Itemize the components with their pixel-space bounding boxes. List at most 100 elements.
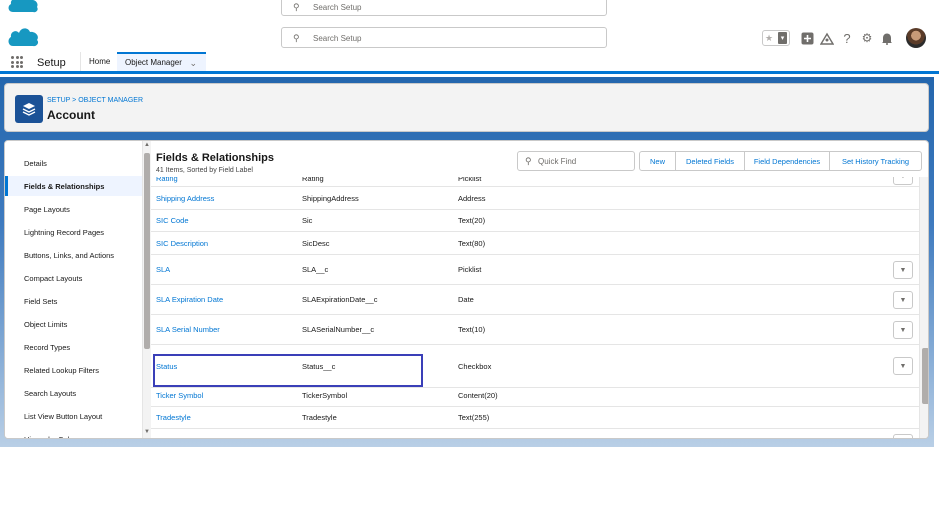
field-label-link[interactable]: SLA Serial Number (156, 315, 220, 344)
scroll-up-icon[interactable]: ▲ (144, 142, 150, 148)
status-row-highlight (153, 354, 423, 387)
header-utility-icons: ★ ▾ ? ⚙ (762, 28, 926, 48)
sidebar-item-object-limits[interactable]: Object Limits (5, 314, 142, 334)
table-row[interactable]: SLA Expiration Date SLAExpirationDate__c… (151, 285, 919, 315)
table-row[interactable]: SLA SLA__c Picklist ▼ (151, 255, 919, 285)
sidebar-item-lightning-record-pages[interactable]: Lightning Record Pages (5, 222, 142, 242)
table-row[interactable]: Rating Rating Picklist ▼ (151, 177, 919, 187)
app-name: Setup (37, 57, 66, 69)
sidebar-item-related-lookup-filters[interactable]: Related Lookup Filters (5, 360, 142, 380)
trailhead-icon[interactable] (818, 29, 836, 47)
sidebar-item-compact-layouts[interactable]: Compact Layouts (5, 268, 142, 288)
new-button[interactable]: New (639, 151, 676, 171)
deleted-fields-button[interactable]: Deleted Fields (675, 151, 745, 171)
field-data-type: Picklist (458, 265, 482, 274)
table-row[interactable]: ▼ (151, 429, 919, 438)
main-card: Details Fields & Relationships Page Layo… (4, 140, 929, 439)
breadcrumb[interactable]: SETUP > OBJECT MANAGER (47, 97, 143, 104)
field-label-link[interactable]: Rating (156, 177, 178, 186)
chevron-down-icon[interactable]: ▾ (778, 32, 787, 44)
section-subtitle: 41 Items, Sorted by Field Label (156, 167, 253, 174)
star-icon: ★ (765, 32, 774, 43)
global-header: ⚲ Search Setup ★ ▾ ? ⚙ (0, 22, 939, 52)
fields-table: Rating Rating Picklist ▼ Shipping Addres… (151, 177, 919, 438)
search-icon: ⚲ (293, 2, 300, 12)
field-api-name: Sic (302, 216, 313, 225)
set-history-tracking-button[interactable]: Set History Tracking (829, 151, 922, 171)
field-label-link[interactable]: Ticker Symbol (156, 385, 203, 406)
search-icon: ⚲ (293, 33, 300, 43)
row-actions-button[interactable]: ▼ (893, 291, 913, 309)
field-data-type: Text(255) (458, 413, 490, 422)
field-api-name: Tradestyle (302, 413, 337, 422)
field-label-link[interactable]: SIC Description (156, 232, 208, 254)
tab-home[interactable]: Home (80, 52, 118, 71)
field-api-name: TickerSymbol (302, 391, 348, 400)
sidebar-scrollbar[interactable]: ▲ ▼ (142, 141, 151, 438)
table-scroll-thumb[interactable] (922, 348, 928, 404)
sidebar-item-search-layouts[interactable]: Search Layouts (5, 383, 142, 403)
scroll-down-icon[interactable]: ▼ (144, 429, 150, 435)
sidebar-item-details[interactable]: Details (5, 153, 142, 173)
sidebar-item-page-layouts[interactable]: Page Layouts (5, 199, 142, 219)
sidebar-item-record-types[interactable]: Record Types (5, 337, 142, 357)
sidebar-scroll-thumb[interactable] (144, 153, 150, 349)
field-label-link[interactable]: SLA (156, 255, 170, 284)
table-row[interactable]: Tradestyle Tradestyle Text(255) (151, 407, 919, 429)
fields-content: Fields & Relationships 41 Items, Sorted … (151, 141, 928, 438)
search-setup-input[interactable]: ⚲ Search Setup (281, 27, 607, 48)
row-actions-button[interactable]: ▼ (893, 434, 913, 438)
gear-icon[interactable]: ⚙ (858, 29, 876, 47)
table-row[interactable]: SLA Serial Number SLASerialNumber__c Tex… (151, 315, 919, 345)
tab-object-manager[interactable]: Object Manager ⌄ (117, 52, 206, 71)
field-dependencies-button[interactable]: Field Dependencies (744, 151, 830, 171)
sidebar-item-fields-relationships[interactable]: Fields & Relationships (5, 176, 142, 196)
avatar[interactable] (906, 28, 926, 48)
sidebar-item-field-sets[interactable]: Field Sets (5, 291, 142, 311)
app-launcher-icon[interactable] (11, 56, 23, 68)
ghost-search-field: ⚲ Search Setup (281, 0, 607, 16)
favorites-button[interactable]: ★ ▾ (762, 30, 790, 46)
field-label-link[interactable]: SLA Expiration Date (156, 285, 223, 314)
sidebar-item-buttons-links-actions[interactable]: Buttons, Links, and Actions (5, 245, 142, 265)
row-actions-button[interactable]: ▼ (893, 177, 913, 185)
table-row[interactable]: Shipping Address ShippingAddress Address (151, 187, 919, 210)
field-api-name: SLASerialNumber__c (302, 325, 375, 334)
field-api-name: SLAExpirationDate__c (302, 295, 378, 304)
help-icon[interactable]: ? (838, 29, 856, 47)
row-actions-button[interactable]: ▼ (893, 357, 913, 375)
field-api-name: Rating (302, 177, 324, 183)
field-api-name: SicDesc (302, 238, 330, 248)
row-actions-button[interactable]: ▼ (893, 321, 913, 339)
field-data-type: Text(10) (458, 325, 486, 334)
layers-icon (15, 95, 43, 123)
field-label-link[interactable]: Tradestyle (156, 407, 191, 428)
salesforce-logo-icon (6, 0, 38, 14)
field-label-link[interactable]: Shipping Address (156, 187, 214, 209)
page-header: SETUP > OBJECT MANAGER Account (4, 83, 929, 132)
field-data-type: Date (458, 295, 474, 304)
sidebar: Details Fields & Relationships Page Layo… (5, 141, 142, 439)
table-row[interactable]: SIC Description SicDesc Text(80) (151, 232, 919, 255)
plus-icon[interactable] (798, 29, 816, 47)
table-scrollbar[interactable] (919, 177, 928, 438)
field-api-name: SLA__c (302, 265, 329, 274)
quick-find-input[interactable]: ⚲ Quick Find (517, 151, 635, 171)
bell-icon[interactable] (878, 29, 896, 47)
sidebar-item-list-view-button-layout[interactable]: List View Button Layout (5, 406, 142, 426)
row-actions-button[interactable]: ▼ (893, 261, 913, 279)
field-label-link[interactable]: SIC Code (156, 210, 189, 231)
table-row[interactable]: Ticker Symbol TickerSymbol Content(20) (151, 385, 919, 407)
chevron-down-icon[interactable]: ⌄ (189, 58, 197, 69)
page-title: Account (47, 108, 95, 122)
salesforce-logo-icon[interactable] (6, 24, 39, 47)
search-icon: ⚲ (525, 156, 532, 166)
field-data-type: Picklist (458, 177, 482, 183)
tab-object-manager-label: Object Manager (125, 58, 182, 67)
field-data-type: Checkbox (458, 361, 492, 371)
field-api-name: ShippingAddress (302, 193, 359, 203)
field-data-type: Text(20) (458, 216, 486, 225)
table-row[interactable]: SIC Code Sic Text(20) (151, 210, 919, 232)
section-title: Fields & Relationships (156, 152, 274, 164)
sidebar-item-hierarchy-columns[interactable]: Hierarchy Columns (5, 429, 142, 439)
